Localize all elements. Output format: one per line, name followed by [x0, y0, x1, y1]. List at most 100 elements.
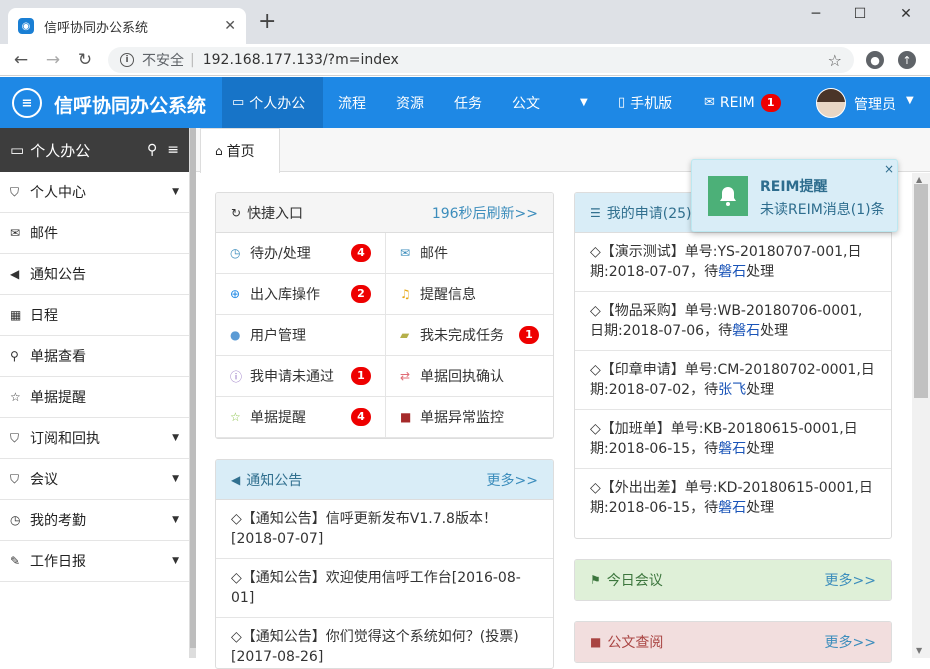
sidebar-item-doc-remind[interactable]: ☆ 单据提醒 [0, 377, 189, 418]
browser-tab[interactable]: ◉ 信呼协同办公系统 ✕ [8, 8, 246, 44]
calendar-icon: ▦ [10, 308, 22, 322]
app-top-nav: ≡ 信呼协同办公系统 ▭ 个人办公 流程 资源 任务 公文 ▼ ▯ 手机版 ✉ … [0, 77, 930, 128]
desktop-icon: ▭ [232, 95, 245, 110]
quick-mail[interactable]: ✉ 邮件 [386, 233, 553, 274]
sidebar-item-label: 工作日报 [30, 554, 86, 570]
quick-receipt[interactable]: ⇄ 单据回执确认 [386, 356, 553, 397]
star-icon: ☆ [10, 390, 21, 404]
docs-title: 公文查阅 [607, 635, 664, 651]
quick-exception-monitor[interactable]: ■ 单据异常监控 [386, 397, 553, 438]
list-icon: ☰ [590, 205, 601, 220]
browser-tab-title: 信呼协同办公系统 [44, 20, 149, 36]
nav-resources[interactable]: 资源 [386, 77, 434, 128]
window-close-icon[interactable]: ✕ [896, 4, 916, 24]
nav-more-caret-icon[interactable]: ▼ [570, 77, 598, 128]
toast-title: REIM提醒 [760, 179, 828, 195]
scroll-up-icon[interactable]: ▲ [916, 175, 922, 184]
application-item[interactable]: ◇【加班单】单号:KB-20180615-0001,日期:2018-06-15，… [575, 410, 891, 469]
approver-link[interactable]: 磐石 [718, 441, 746, 457]
application-item[interactable]: ◇【外出出差】单号:KD-20180615-0001,日期:2018-06-15… [575, 469, 891, 527]
avatar[interactable] [816, 88, 846, 118]
sidebar-item-meeting[interactable]: ⛉ 会议 ▼ [0, 459, 189, 500]
notice-item[interactable]: ◇【通知公告】信呼更新发布V1.7.8版本！[2018-07-07] [216, 500, 553, 559]
reim-toast[interactable]: REIM提醒 未读REIM消息(1)条 × [691, 159, 898, 232]
comments-icon: ✉ [704, 95, 715, 110]
bookmark-star-icon[interactable]: ☆ [828, 51, 842, 70]
forward-icon[interactable]: → [42, 49, 64, 71]
user-name[interactable]: 管理员 [854, 94, 896, 114]
content-scrollbar-thumb[interactable] [914, 184, 928, 398]
info-circle-icon: ⓘ [230, 369, 243, 384]
sidebar-title: 个人办公 [30, 141, 91, 160]
nav-mobile[interactable]: ▯ 手机版 [608, 77, 682, 128]
meeting-more-link[interactable]: 更多>> [825, 570, 876, 590]
tab-home[interactable]: ⌂ 首页 [200, 128, 280, 173]
sidebar-item-subscribe[interactable]: ⛉ 订阅和回执 ▼ [0, 418, 189, 459]
url-omnibox[interactable]: i 不安全 | 192.168.177.133/?m=index ☆ [108, 47, 854, 73]
profile-icon[interactable]: ● [866, 51, 884, 69]
application-item[interactable]: ◇【演示测试】单号:YS-20180707-001,日期:2018-07-07，… [575, 233, 891, 292]
home-icon: ⌂ [215, 144, 223, 158]
sidebar-item-notice[interactable]: ◀ 通知公告 [0, 254, 189, 295]
minimize-icon[interactable]: ─ [806, 4, 826, 24]
nav-documents[interactable]: 公文 [502, 77, 550, 128]
quick-todo[interactable]: ◷ 待办/处理 4 [216, 233, 386, 274]
sidebar-item-attendance[interactable]: ◷ 我的考勤 ▼ [0, 500, 189, 541]
update-icon[interactable]: ↑ [898, 51, 916, 69]
docs-header: ■ 公文查阅 更多>> [575, 622, 891, 662]
notice-panel: ◀ 通知公告 更多>> ◇【通知公告】信呼更新发布V1.7.8版本！[2018-… [215, 459, 554, 669]
info-icon[interactable]: i [120, 53, 134, 67]
quick-entry-header: ↻ 快捷入口 196秒后刷新>> [216, 193, 553, 233]
menu-icon[interactable]: ≡ [167, 142, 179, 158]
user-caret-icon[interactable]: ▼ [906, 95, 914, 106]
nav-tasks[interactable]: 任务 [444, 77, 492, 128]
sidebar-item-personal-center[interactable]: ⛉ 个人中心 ▼ [0, 172, 189, 213]
browser-tab-strip: ◉ 信呼协同办公系统 ✕ + ─ ☐ ✕ [0, 0, 930, 44]
bookmark-icon: ⛉ [10, 471, 20, 486]
sidebar-header: ▭ 个人办公 ⚲ ≡ [0, 128, 189, 172]
url-text[interactable]: 192.168.177.133/?m=index [203, 52, 828, 68]
envelope-icon: ✉ [10, 226, 21, 240]
approver-link[interactable]: 磐石 [732, 323, 760, 339]
nav-process[interactable]: 流程 [328, 77, 376, 128]
search-icon[interactable]: ⚲ [147, 142, 157, 158]
approver-link[interactable]: 磐石 [718, 264, 746, 280]
count-badge: 1 [351, 367, 371, 385]
count-badge: 4 [351, 408, 371, 426]
quick-doc-remind[interactable]: ☆ 单据提醒 4 [216, 397, 386, 438]
toast-message[interactable]: 未读REIM消息(1)条 [760, 199, 885, 219]
docs-more-link[interactable]: 更多>> [825, 632, 876, 652]
quick-rejected[interactable]: ⓘ 我申请未通过 1 [216, 356, 386, 397]
reload-icon[interactable]: ↻ [74, 49, 96, 71]
quick-entry-panel: ↻ 快捷入口 196秒后刷新>> ◷ 待办/处理 4 ✉ 邮件 ⊕ 出入库操作 2 ♫ 提醒… [215, 192, 554, 439]
quick-label: 用户管理 [250, 328, 306, 344]
sidebar-item-daily-report[interactable]: ✎ 工作日报 ▼ [0, 541, 189, 582]
notice-item[interactable]: ◇【通知公告】你们觉得这个系统如何？(投票)[2017-08-26] [216, 618, 553, 668]
quick-reminders[interactable]: ♫ 提醒信息 [386, 274, 553, 315]
toast-close-icon[interactable]: × [884, 162, 894, 176]
refresh-countdown-link[interactable]: 196秒后刷新>> [432, 203, 538, 223]
back-icon[interactable]: ← [10, 49, 32, 71]
nav-reim[interactable]: ✉ REIM 1 [694, 77, 791, 128]
nav-personal-office[interactable]: ▭ 个人办公 [222, 77, 323, 128]
tab-close-icon[interactable]: ✕ [224, 18, 236, 34]
scroll-down-icon[interactable]: ▼ [916, 646, 922, 655]
chevron-down-icon: ▼ [172, 474, 179, 484]
new-tab-button[interactable]: + [258, 10, 276, 34]
quick-unfinished-tasks[interactable]: ▰ 我未完成任务 1 [386, 315, 553, 356]
approver-link[interactable]: 张飞 [718, 382, 746, 398]
application-item[interactable]: ◇【印章申请】单号:CM-20180702-0001,日期:2018-07-02… [575, 351, 891, 410]
quick-entry-title: 快捷入口 [247, 205, 304, 222]
sidebar-item-doc-view[interactable]: ⚲ 单据查看 [0, 336, 189, 377]
notice-item[interactable]: ◇【通知公告】欢迎使用信呼工作台[2016-08-01] [216, 559, 553, 618]
quick-stock[interactable]: ⊕ 出入库操作 2 [216, 274, 386, 315]
sidebar-item-schedule[interactable]: ▦ 日程 [0, 295, 189, 336]
sidebar-item-label: 通知公告 [30, 267, 86, 283]
maximize-icon[interactable]: ☐ [850, 4, 870, 24]
notice-more-link[interactable]: 更多>> [487, 470, 538, 490]
application-item[interactable]: ◇【物品采购】单号:WB-20180706-0001,日期:2018-07-06… [575, 292, 891, 351]
approver-link[interactable]: 磐石 [718, 500, 746, 516]
quick-users[interactable]: ● 用户管理 [216, 315, 386, 356]
sidebar-item-mail[interactable]: ✉ 邮件 [0, 213, 189, 254]
envelope-icon: ✉ [400, 246, 411, 260]
